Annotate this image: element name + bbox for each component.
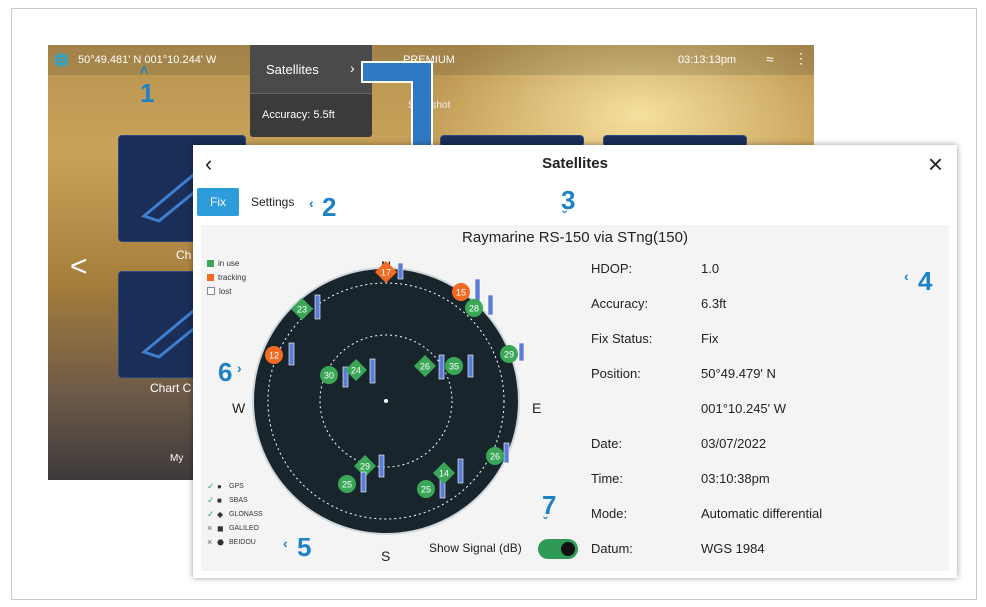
annotation-caret-1: ˄ [140,62,149,78]
fix-status-label: Fix Status: [591,331,653,346]
accuracy-label: Accuracy: [591,296,649,311]
satellite-id-label: 26 [490,452,500,462]
annotation-caret-6: › [237,360,242,376]
signal-bar [360,471,367,493]
satellite-id-label: 29 [504,350,514,360]
signal-bar [288,342,295,366]
legend-glonass[interactable]: ✓ ◆ GLONASS [207,507,263,521]
satellite-id-label: 24 [351,366,361,376]
signal-bar [474,278,481,302]
compass-s: S [381,548,390,564]
previous-page-icon[interactable]: < [70,250,88,284]
time-label: Time: [591,471,624,486]
compass-w: W [232,400,246,416]
toggle-knob [561,542,575,556]
signal-bar [378,454,385,478]
datum-label: Datum: [591,541,633,556]
time-value: 03:10:38pm [701,471,770,486]
annotation-caret-5: ‹ [283,535,288,551]
signal-bar [487,294,494,316]
annotation-caret-7: ˇ [543,514,548,530]
satellite-id-label: 25 [421,485,431,495]
more-menu-icon[interactable]: ⋮ [794,50,808,67]
gnss-source: Raymarine RS-150 via STng(150) [201,225,949,252]
show-signal-label: Show Signal (dB) [429,541,522,555]
signal-bar [314,294,321,320]
mode-value: Automatic differential [701,506,823,521]
legend-sbas[interactable]: ✓ ■ SBAS [207,493,263,507]
signal-bar [369,358,376,384]
constellation-legend: ✓ ● GPS ✓ ■ SBAS ✓ ◆ GLONASS × ◼ GALILEO × ⬣ BEIDO… [207,479,263,549]
legend-gps[interactable]: ✓ ● GPS [207,479,263,493]
satellite-id-label: 14 [439,469,449,479]
signal-bar [467,354,474,378]
date-value: 03/07/2022 [701,436,767,451]
signal-bar [503,442,510,464]
signal-bar [457,458,464,484]
fix-status-value: Fix [701,331,719,346]
annotation-6: 6 [218,357,233,387]
dialog-title: Satellites [542,155,608,172]
tab-settings[interactable]: Settings [251,195,294,209]
compass-e: E [532,400,541,416]
signal-bar [438,354,445,380]
satellite-id-label: 29 [360,462,370,472]
accuracy-value: 6.3ft [701,296,727,311]
signal-bar [397,262,404,280]
tile-label-my: My [170,453,184,464]
position-lat-value: 50°49.479' N [701,366,776,381]
tile-label-ch: Ch [176,248,192,262]
hdop-value: 1.0 [701,261,720,276]
accuracy-readout: Accuracy: 5.5ft [262,109,335,121]
legend-beidou[interactable]: × ⬣ BEIDOU [207,535,263,549]
annotation-caret-3: ˇ [562,208,567,224]
tile-label-chart: Chart C [150,381,192,395]
hdop-label: HDOP: [591,261,633,276]
satellite-panel: in use tracking lost N S E W 17152328291… [201,251,949,571]
date-label: Date: [591,436,623,451]
signal-bar [518,342,525,362]
satellite-id-label: 28 [469,304,479,314]
annotation-4: 4 [918,266,933,296]
wifi-icon: ≈ [766,51,774,67]
position-lon-value: 001°10.245' W [701,401,787,416]
mode-label: Mode: [591,506,628,521]
datum-value: WGS 1984 [701,541,765,556]
satellite-id-label: 26 [420,362,430,372]
satellite-id-label: 25 [342,480,352,490]
satellite-id-label: 30 [324,371,334,381]
satellite-id-label: 35 [449,362,459,372]
globe-icon[interactable]: 🌐 [54,53,69,67]
sky-center [384,399,388,403]
annotation-caret-4: ‹ [904,268,909,284]
annotation-5: 5 [297,532,312,562]
annotation-caret-2: ‹ [309,195,314,211]
position-label: Position: [591,366,641,381]
satellites-menu-item[interactable]: Satellites [266,62,319,77]
legend-galileo[interactable]: × ◼ GALILEO [207,521,263,535]
satellite-id-label: 15 [456,288,466,298]
annotation-1: 1 [140,78,155,108]
clock-time: 03:13:13pm [678,54,737,66]
satellite-id-label: 17 [381,268,391,278]
satellite-id-label: 12 [269,351,279,361]
show-signal-toggle[interactable] [538,539,578,559]
annotation-2: 2 [322,192,337,222]
close-icon[interactable]: × [928,149,943,180]
satellite-id-label: 23 [297,305,307,315]
tab-fix[interactable]: Fix [197,188,239,216]
